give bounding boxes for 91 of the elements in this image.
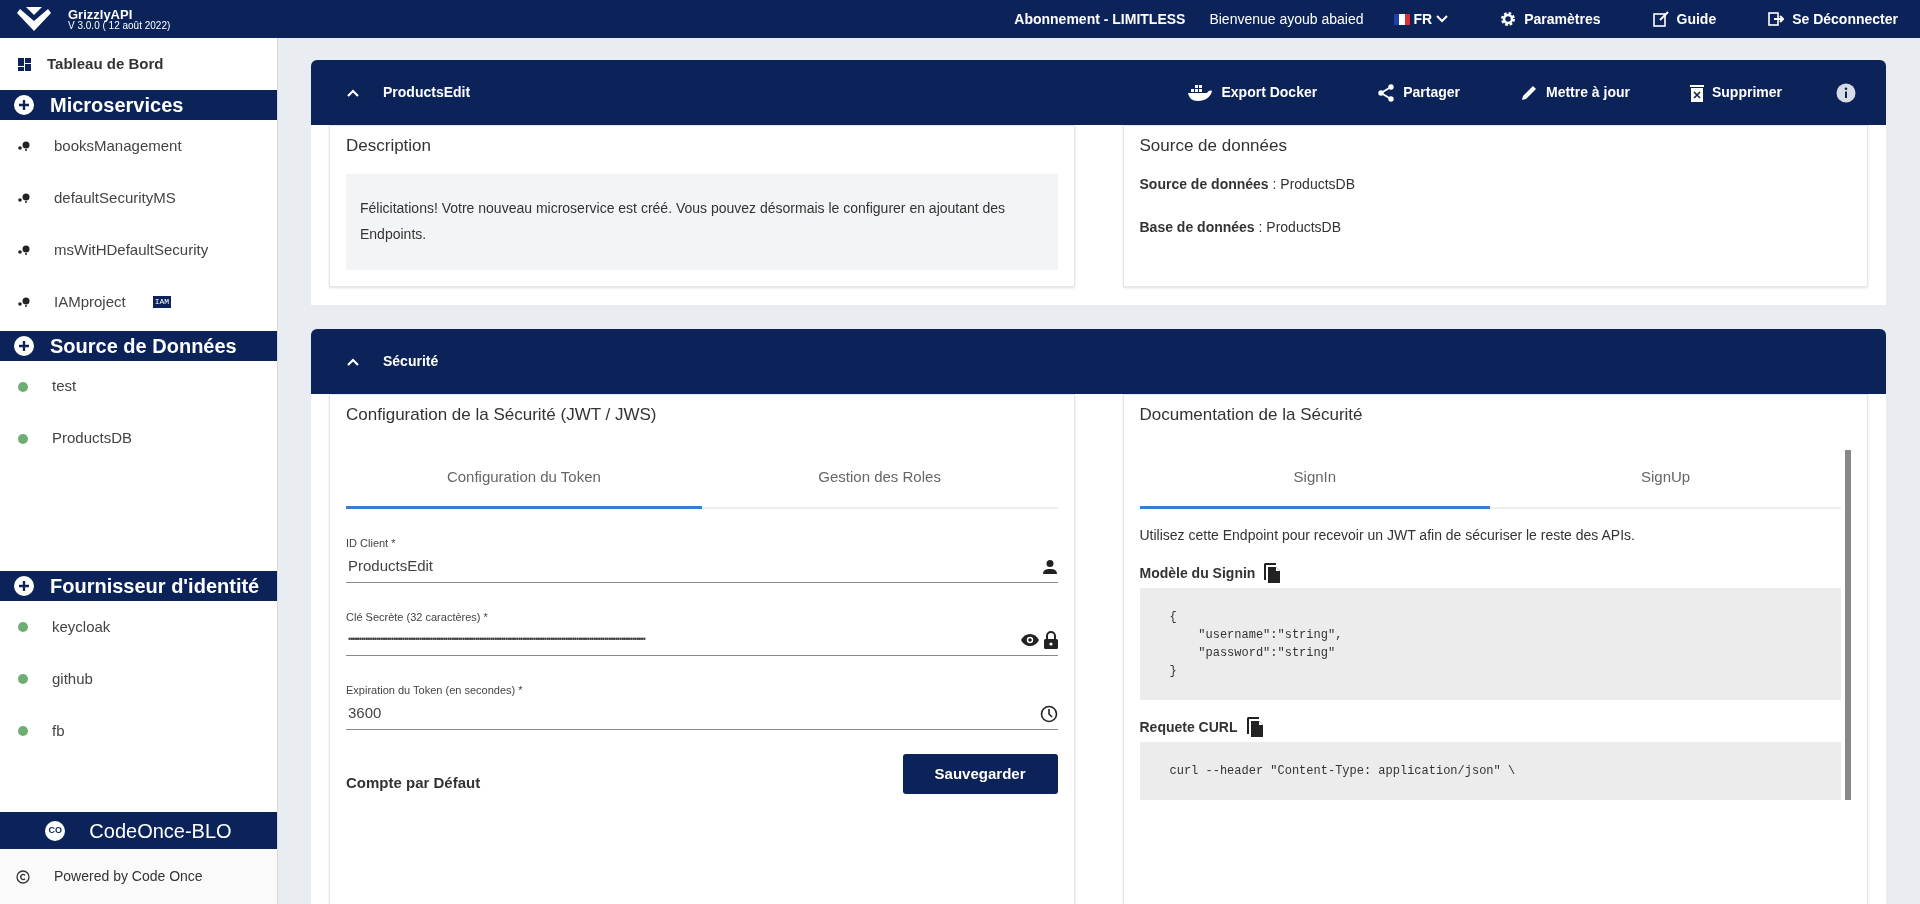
item-label: defaultSecurityMS <box>54 187 176 208</box>
sidebar-item[interactable]: keycloak <box>0 601 277 654</box>
dashboard-link[interactable]: Tableau de Bord <box>0 38 277 90</box>
toolbar-button[interactable]: Partager <box>1371 81 1466 104</box>
sidebar-item[interactable]: fb <box>0 705 277 758</box>
copy-icon[interactable] <box>1263 562 1282 585</box>
description-text: Félicitations! Votre nouveau microservice est créé. Vous pouvez désormais le configurer en ajoutant des Endpoints. <box>346 174 1058 271</box>
tab[interactable]: Configuration du Token <box>346 449 702 510</box>
toolbar-button[interactable]: Mettre à jour <box>1513 81 1636 104</box>
copyright-icon <box>16 869 30 884</box>
save-button[interactable]: Sauvegarder <box>902 753 1058 795</box>
sidebar-item[interactable]: test <box>0 360 277 413</box>
section-heading: Compte par Défaut <box>346 772 481 793</box>
powered-by-text: Powered by Code Once <box>54 867 203 886</box>
plus-icon[interactable] <box>14 95 34 115</box>
panel-title: ProductsEdit <box>383 83 471 102</box>
logo-icon <box>16 5 52 33</box>
card-title: Documentation de la Sécurité <box>1139 405 1364 426</box>
section-title: Microservices <box>50 93 184 118</box>
field-label: Expiration du Token (en secondes) * <box>346 683 524 699</box>
lock-icon <box>1043 631 1058 650</box>
chevron-up-icon[interactable] <box>347 357 359 366</box>
whale-icon <box>1187 83 1214 102</box>
tab[interactable]: Gestion des Roles <box>701 449 1058 510</box>
brand-name: CodeOnce-BLO <box>89 818 232 844</box>
item-label: IAMproject <box>54 291 126 312</box>
input-field[interactable]: ProductsEdit <box>346 554 1042 579</box>
gear-icon <box>1500 11 1517 27</box>
app-name: GrizzlyAPI <box>68 7 133 21</box>
top-nav-link[interactable]: Guide <box>1646 7 1723 31</box>
language-selector[interactable]: FR <box>1387 7 1455 31</box>
info-line: Base de données : ProductsDB <box>1139 218 1343 238</box>
tab[interactable]: SignIn <box>1139 449 1491 510</box>
toolbar-button[interactable]: Supprimer <box>1684 81 1788 104</box>
input-field[interactable]: 3600 <box>346 701 1040 726</box>
sidebar-item[interactable]: IAMproject IAM <box>0 276 277 328</box>
item-label: github <box>52 669 93 690</box>
code-block: curl --header "Content-Type: application/json" \ <box>1139 742 1841 801</box>
panel-title: Sécurité <box>383 352 439 372</box>
sidebar-item[interactable]: ProductsDB <box>0 412 277 465</box>
nodes-icon <box>18 297 30 307</box>
person-icon <box>1041 558 1058 575</box>
item-label: fb <box>52 721 65 742</box>
top-nav-link[interactable]: Se Déconnecter <box>1762 7 1904 31</box>
item-label: keycloak <box>52 617 111 638</box>
dashboard-icon <box>18 57 31 71</box>
edit-icon <box>1652 11 1669 27</box>
caret-icon <box>1436 15 1449 23</box>
nodes-icon <box>18 193 30 203</box>
subscription-label: Abonnement - LIMITLESS <box>1014 9 1186 29</box>
section-title: Fournisseur d'identité <box>50 574 260 600</box>
item-label: booksManagement <box>54 135 182 156</box>
sidebar-item[interactable]: msWitHDefaultSecurity <box>0 224 277 276</box>
card-title: Source de données <box>1139 136 1288 157</box>
copy-icon[interactable] <box>1245 716 1264 739</box>
info-icon[interactable] <box>1836 82 1856 103</box>
sidebar-item[interactable]: defaultSecurityMS <box>0 172 277 224</box>
item-label: msWitHDefaultSecurity <box>54 239 209 260</box>
brand-badge: CO <box>45 820 66 841</box>
section-title: Source de Données <box>50 333 237 359</box>
trash-icon <box>1690 83 1704 102</box>
item-label: test <box>52 376 77 397</box>
card-title: Description <box>346 136 433 157</box>
field-label: Clé Secrète (32 caractères) * <box>346 609 489 625</box>
tag: IAM <box>152 296 172 308</box>
logout-icon <box>1768 11 1785 27</box>
clock-icon <box>1039 704 1058 723</box>
field-label: ID Client * <box>346 536 397 552</box>
chevron-up-icon[interactable] <box>347 88 359 97</box>
tab[interactable]: SignUp <box>1490 449 1841 510</box>
plus-icon[interactable] <box>14 335 34 356</box>
nodes-icon <box>18 245 30 255</box>
intro-text: Utilisez cette Endpoint pour recevoir un JWT afin de sécuriser le reste des APIs. <box>1139 526 1636 546</box>
section-heading: Modèle du Signin <box>1139 564 1256 584</box>
toolbar-button[interactable]: Export Docker <box>1181 81 1324 104</box>
top-nav-link[interactable]: Paramètres <box>1494 7 1607 31</box>
eye-icon[interactable] <box>1019 633 1040 648</box>
nodes-icon <box>18 141 30 151</box>
plus-icon[interactable] <box>14 576 34 597</box>
info-line: Source de données : ProductsDB <box>1139 175 1357 195</box>
welcome-text: Bienvenue ayoub abaied <box>1209 9 1364 29</box>
section-heading: Requete CURL <box>1139 718 1238 738</box>
item-label: ProductsDB <box>52 428 133 449</box>
card-title: Configuration de la Sécurité (JWT / JWS) <box>346 405 658 426</box>
sidebar-item[interactable]: github <box>0 653 277 706</box>
share-icon <box>1377 83 1396 102</box>
flag-icon <box>1393 13 1410 25</box>
sidebar-item[interactable]: booksManagement <box>0 120 277 172</box>
pencil-icon <box>1519 83 1538 102</box>
code-block: { "username":"string", "password":"string" } <box>1139 588 1841 701</box>
input-field[interactable]: •••••••••••••••••••••••••••••••••••••••••••••••••••••••••••••••••••••••••••••••••••••••••••••••••••••••••••••••••••••••••••••••••••••••••• <box>346 632 1020 648</box>
